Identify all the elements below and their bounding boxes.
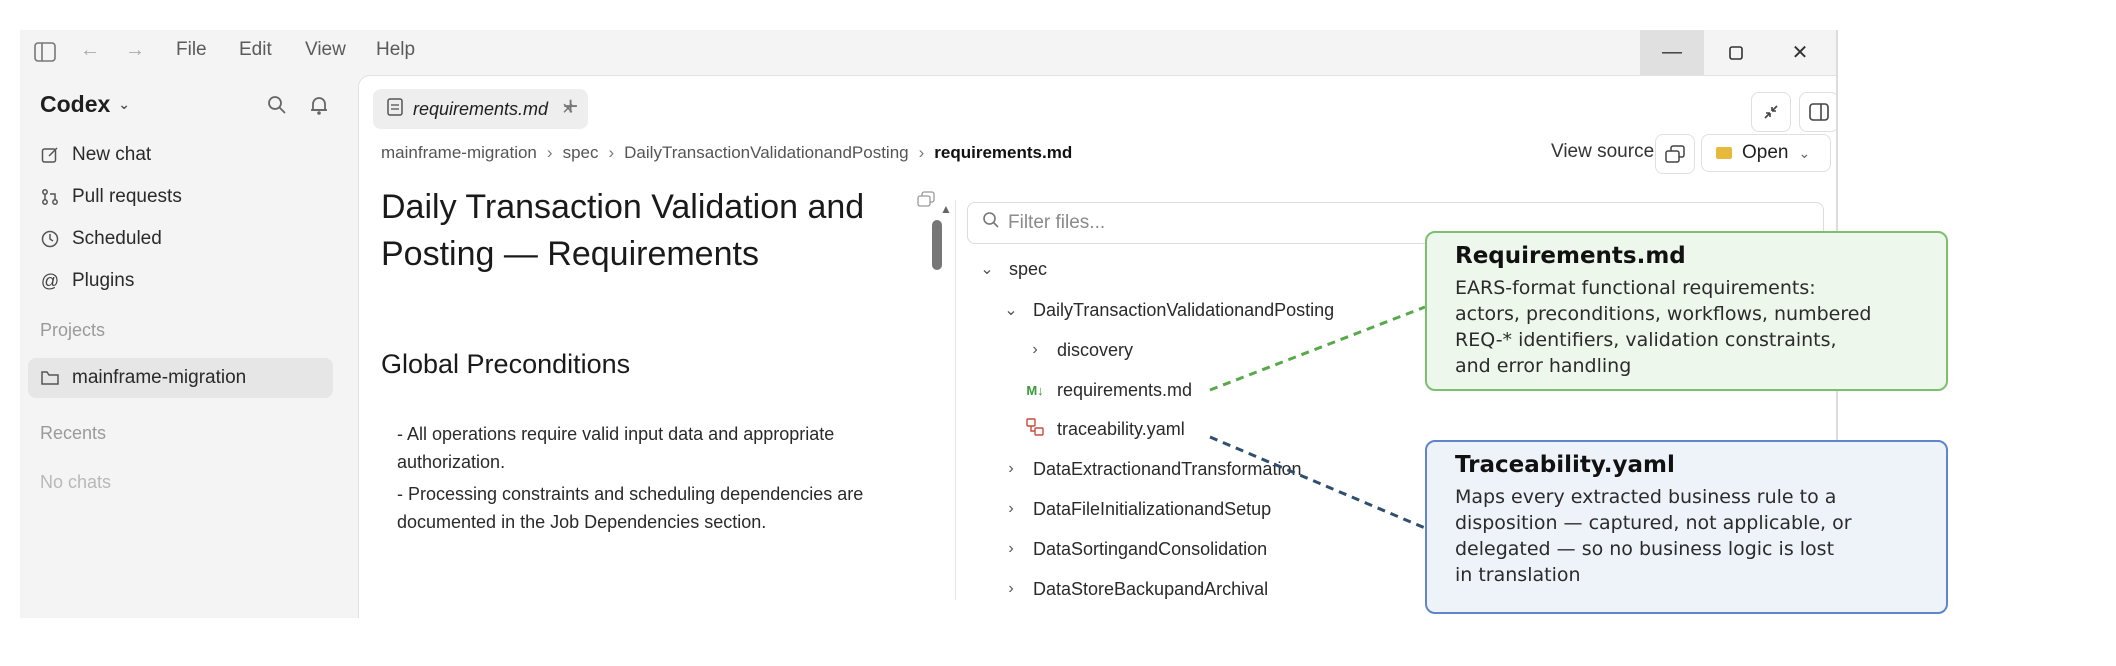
callout-title: Requirements.md xyxy=(1455,243,1686,269)
requirements-callout: Requirements.md EARS-format functional r… xyxy=(1425,231,1948,391)
callout-title: Traceability.yaml xyxy=(1455,452,1675,478)
requirements-connector xyxy=(1209,305,1426,392)
callout-description: Maps every extracted business rule to a … xyxy=(1455,486,1852,586)
traceability-callout: Traceability.yaml Maps every extracted b… xyxy=(1425,440,1948,614)
traceability-connector xyxy=(1209,435,1426,530)
callout-description: EARS-format functional requirements: act… xyxy=(1455,277,1872,377)
